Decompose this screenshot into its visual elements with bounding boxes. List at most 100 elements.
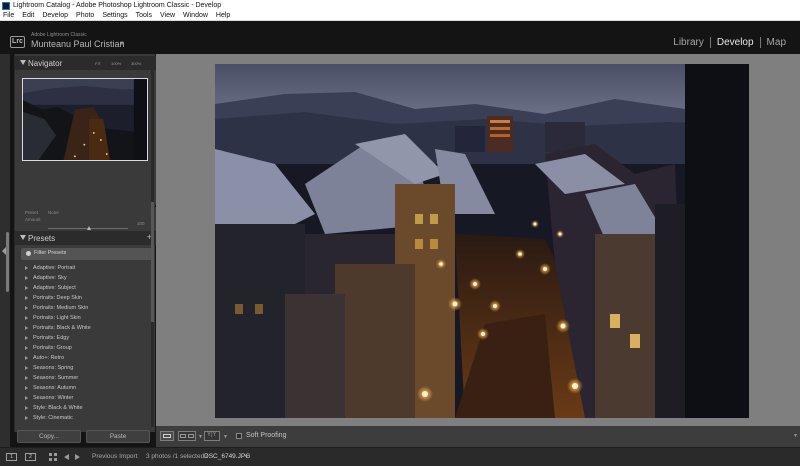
- left-panel-strip: [0, 54, 10, 449]
- compare-dropdown-icon[interactable]: ▼: [198, 434, 203, 440]
- lightroom-window: Lightroom Catalog - Adobe Photoshop Ligh…: [0, 0, 800, 466]
- preset-group-label: Portraits: Light Skin: [33, 315, 81, 321]
- preset-group[interactable]: Adaptive: Sky: [21, 273, 152, 283]
- preset-group[interactable]: Portraits: Edgy: [21, 333, 152, 343]
- expand-triangle-icon: [25, 266, 28, 270]
- preset-group[interactable]: Auto+: Retro: [21, 353, 152, 363]
- lightroom-app-icon: [2, 1, 10, 10]
- collapse-triangle-icon: [20, 235, 26, 240]
- expand-triangle-icon: [25, 336, 28, 340]
- left-strip-scrollbar[interactable]: [6, 232, 9, 292]
- main-photo[interactable]: [215, 64, 749, 418]
- preset-group-label: Portraits: Medium Skin: [33, 305, 89, 311]
- prev-arrow-icon[interactable]: [64, 454, 69, 460]
- preset-group-label: Portraits: Group: [33, 345, 72, 351]
- user-name[interactable]: Munteanu Paul Cristian: [31, 39, 125, 49]
- preset-group[interactable]: Portraits: Group: [21, 343, 152, 353]
- menu-settings[interactable]: Settings: [102, 12, 127, 19]
- preset-group-label: Seasons: Autumn: [33, 385, 77, 391]
- zoom-300[interactable]: 300%: [131, 61, 141, 66]
- preset-label: Preset: [25, 210, 39, 215]
- navigator-header[interactable]: Navigator FIT 100% 300%: [15, 56, 156, 70]
- preset-group[interactable]: Portraits: Medium Skin: [21, 303, 152, 313]
- menu-edit[interactable]: Edit: [22, 12, 34, 19]
- compare-view-icon[interactable]: [178, 431, 196, 441]
- left-panel: Navigator FIT 100% 300% Preset None Amou…: [14, 54, 156, 432]
- amount-slider-knob[interactable]: [87, 226, 91, 230]
- next-arrow-icon[interactable]: [75, 454, 80, 460]
- module-library[interactable]: Library: [667, 37, 710, 48]
- filmstrip-count: 3 photos /1 selected /: [146, 453, 208, 460]
- expand-triangle-icon: [25, 396, 28, 400]
- paste-settings-button[interactable]: Paste: [86, 430, 150, 443]
- collapse-triangle-icon: [20, 60, 26, 65]
- menu-help[interactable]: Help: [216, 12, 230, 19]
- scrollbar-thumb[interactable]: [151, 202, 154, 322]
- expand-triangle-icon: [25, 406, 28, 410]
- amount-value[interactable]: 100: [137, 221, 145, 226]
- module-picker: Library Develop Map: [667, 37, 792, 48]
- filename-dropdown-icon[interactable]: ▼: [244, 454, 249, 460]
- preset-group[interactable]: Seasons: Spring: [21, 363, 152, 373]
- expand-triangle-icon: [25, 346, 28, 350]
- filter-presets-placeholder: Filter Presets: [34, 250, 67, 256]
- module-map[interactable]: Map: [761, 37, 792, 48]
- grid-icon[interactable]: [49, 453, 58, 461]
- toolbar-menu-icon[interactable]: ▼: [793, 433, 798, 439]
- module-develop[interactable]: Develop: [711, 37, 760, 48]
- copy-settings-button[interactable]: Copy...: [17, 430, 81, 443]
- preset-group-label: Style: Cinematic: [33, 415, 73, 421]
- menu-bar: File Edit Develop Photo Settings Tools V…: [0, 11, 800, 21]
- menu-develop[interactable]: Develop: [42, 12, 68, 19]
- left-panel-scrollbar[interactable]: [151, 62, 154, 427]
- menu-tools[interactable]: Tools: [136, 12, 152, 19]
- presets-title: Presets: [28, 234, 56, 243]
- identity-menu-caret-icon[interactable]: ▼: [119, 41, 125, 47]
- product-name: Adobe Lightroom Classic: [31, 32, 87, 38]
- before-after-icon[interactable]: Y|Y: [204, 431, 220, 441]
- main-window-icon[interactable]: 1: [6, 453, 17, 461]
- soft-proofing-checkbox[interactable]: [236, 432, 242, 439]
- filter-presets-input[interactable]: Filter Presets: [21, 248, 152, 260]
- expand-triangle-icon: [25, 316, 28, 320]
- preset-group-label: Style: Black & White: [33, 405, 83, 411]
- preset-group[interactable]: Seasons: Winter: [21, 393, 152, 403]
- before-after-dropdown-icon[interactable]: ▼: [223, 434, 228, 440]
- preset-group-label: Auto+: Retro: [33, 355, 65, 361]
- soft-proofing-toggle[interactable]: Soft Proofing: [236, 432, 286, 439]
- expand-triangle-icon: [25, 306, 28, 310]
- preset-group-label: Portraits: Black & White: [33, 325, 91, 331]
- expand-triangle-icon: [25, 356, 28, 360]
- filter-icon: [26, 251, 31, 256]
- preset-group-label: Seasons: Winter: [33, 395, 74, 401]
- expand-triangle-icon: [25, 296, 28, 300]
- preset-group-label: Portraits: Deep Skin: [33, 295, 82, 301]
- preset-group[interactable]: Portraits: Deep Skin: [21, 293, 152, 303]
- image-canvas: [156, 54, 800, 426]
- preset-value[interactable]: None: [48, 210, 59, 215]
- identity-plate: Lrc Adobe Lightroom Classic Munteanu Pau…: [0, 21, 800, 54]
- expand-triangle-icon: [25, 366, 28, 370]
- menu-view[interactable]: View: [160, 12, 175, 19]
- presets-list: Adaptive: Portrait Adaptive: Sky Adaptiv…: [21, 263, 152, 423]
- preset-group[interactable]: Portraits: Black & White: [21, 323, 152, 333]
- filmstrip-source[interactable]: Previous Import: [92, 453, 138, 460]
- loupe-view-icon[interactable]: [160, 431, 174, 441]
- preset-group[interactable]: Seasons: Autumn: [21, 383, 152, 393]
- preset-group[interactable]: Style: Cinematic: [21, 413, 152, 423]
- preset-group[interactable]: Portraits: Light Skin: [21, 313, 152, 323]
- expand-triangle-icon: [25, 376, 28, 380]
- preset-group[interactable]: Adaptive: Subject: [21, 283, 152, 293]
- menu-window[interactable]: Window: [183, 12, 208, 19]
- zoom-100[interactable]: 100%: [111, 61, 121, 66]
- navigator-preview[interactable]: [22, 78, 148, 161]
- zoom-fit[interactable]: FIT: [95, 61, 101, 66]
- navigator-title: Navigator: [28, 59, 63, 68]
- menu-photo[interactable]: Photo: [76, 12, 94, 19]
- preset-group[interactable]: Style: Black & White: [21, 403, 152, 413]
- presets-header[interactable]: Presets +: [15, 231, 156, 245]
- menu-file[interactable]: File: [3, 12, 14, 19]
- secondary-window-icon[interactable]: 2: [25, 453, 36, 461]
- preset-group[interactable]: Seasons: Summer: [21, 373, 152, 383]
- preset-group[interactable]: Adaptive: Portrait: [21, 263, 152, 273]
